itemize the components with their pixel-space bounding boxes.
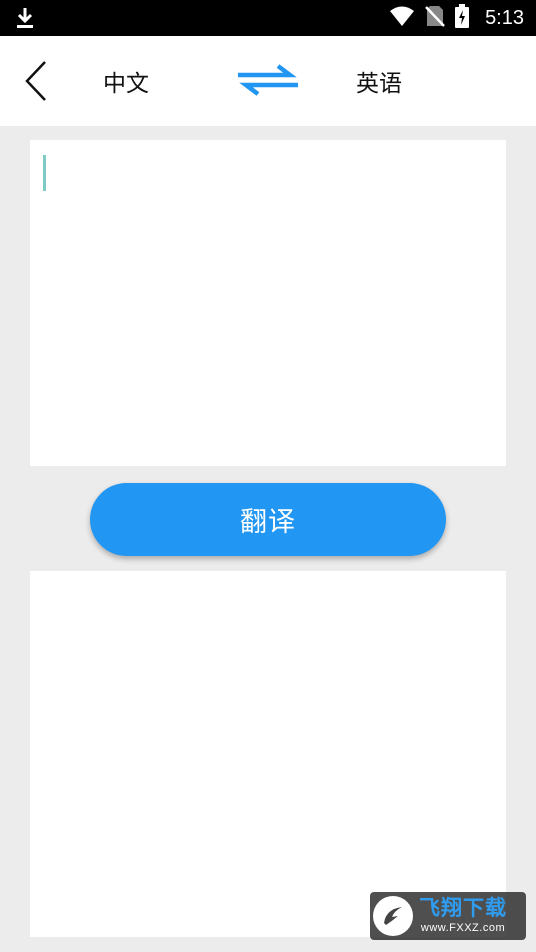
source-language-selector[interactable]: 中文 [103, 64, 149, 98]
watermark-text: 飞翔下载 [419, 896, 507, 920]
status-bar: 5:13 [0, 0, 536, 36]
watermark-url: www.FXXZ.com [420, 922, 506, 934]
back-button[interactable] [14, 56, 58, 106]
chevron-left-icon [25, 61, 46, 101]
no-sim-icon [425, 4, 445, 32]
download-icon [15, 6, 35, 34]
wifi-icon [389, 5, 415, 31]
header-bar: 中文 英语 [0, 36, 536, 126]
swap-languages-button[interactable] [234, 62, 302, 98]
battery-charging-icon [455, 4, 470, 32]
watermark-logo-icon [373, 896, 413, 936]
site-watermark: 飞翔下载 www.FXXZ.com [370, 892, 526, 940]
swap-arrows-icon [238, 64, 298, 96]
translation-output [30, 571, 506, 937]
source-text-input[interactable] [30, 140, 506, 466]
text-caret [43, 155, 46, 191]
target-language-selector[interactable]: 英语 [356, 64, 402, 98]
translate-button[interactable]: 翻译 [90, 483, 446, 556]
clock-time: 5:13 [485, 6, 524, 29]
